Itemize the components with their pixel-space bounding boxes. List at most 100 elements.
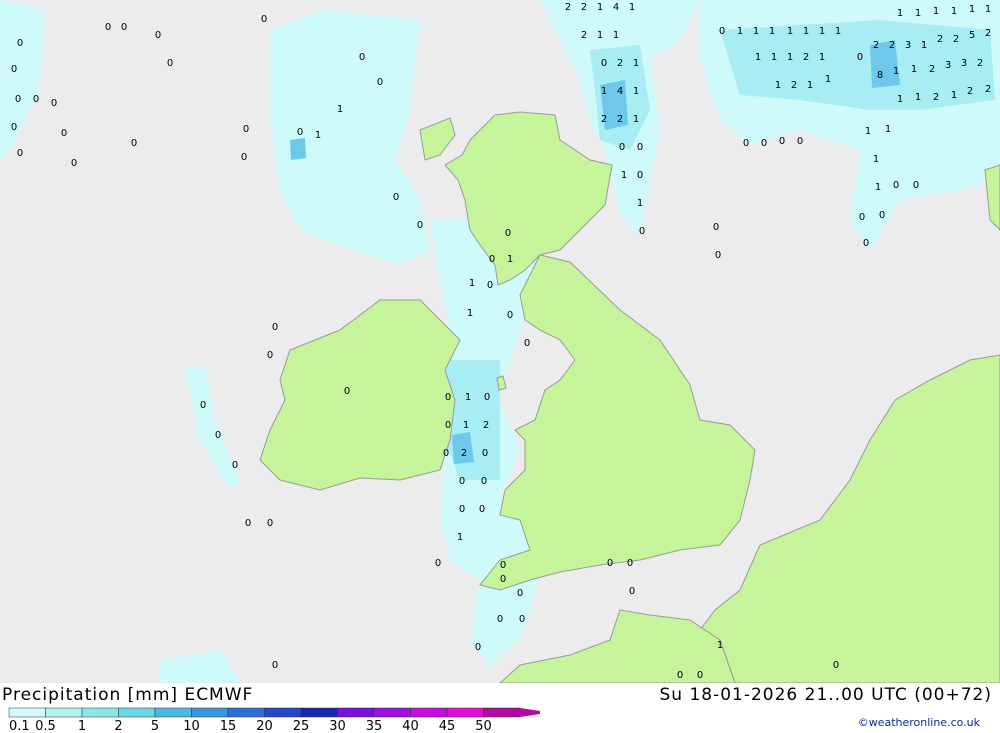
legend-label: 50 bbox=[475, 719, 492, 733]
value-label: 0 bbox=[243, 124, 249, 135]
value-label: 0 bbox=[719, 26, 725, 37]
value-label: 2 bbox=[581, 2, 587, 13]
value-label: 0 bbox=[200, 400, 206, 411]
value-label: 0 bbox=[601, 58, 607, 69]
value-label: 0 bbox=[121, 22, 127, 33]
legend-label: 0.1 bbox=[9, 719, 30, 733]
precip-area-west-scotland-heavy bbox=[290, 138, 306, 160]
value-label: 1 bbox=[633, 58, 639, 69]
value-label: 2 bbox=[581, 30, 587, 41]
legend-label: 0.5 bbox=[35, 719, 56, 733]
value-label: 0 bbox=[155, 30, 161, 41]
value-label: 0 bbox=[833, 660, 839, 671]
value-label: 0 bbox=[479, 504, 485, 515]
value-label: 2 bbox=[873, 40, 879, 51]
value-label: 0 bbox=[241, 152, 247, 163]
value-label: 1 bbox=[865, 126, 871, 137]
value-label: 0 bbox=[627, 558, 633, 569]
value-label: 1 bbox=[951, 90, 957, 101]
credit-link[interactable]: ©weatheronline.co.uk bbox=[858, 716, 980, 729]
value-label: 0 bbox=[629, 586, 635, 597]
value-label: 0 bbox=[459, 476, 465, 487]
value-label: 0 bbox=[505, 228, 511, 239]
map-title: Precipitation [mm] ECMWF bbox=[2, 685, 254, 705]
value-label: 0 bbox=[297, 127, 303, 138]
value-label: 1 bbox=[613, 30, 619, 41]
value-label: 1 bbox=[457, 532, 463, 543]
legend-label: 15 bbox=[220, 719, 237, 733]
legend-bars bbox=[8, 707, 540, 718]
legend-swatch bbox=[337, 707, 375, 718]
value-label: 0 bbox=[497, 614, 503, 625]
value-label: 1 bbox=[803, 26, 809, 37]
value-label: 1 bbox=[921, 40, 927, 51]
value-label: 0 bbox=[105, 22, 111, 33]
value-label: 0 bbox=[71, 158, 77, 169]
value-label: 1 bbox=[969, 4, 975, 15]
value-label: 1 bbox=[717, 640, 723, 651]
value-label: 0 bbox=[445, 392, 451, 403]
value-label: 0 bbox=[435, 558, 441, 569]
value-label: 1 bbox=[315, 130, 321, 141]
value-label: 0 bbox=[359, 52, 365, 63]
value-label: 0 bbox=[637, 170, 643, 181]
legend-arrow-tip bbox=[520, 708, 540, 717]
legend-label: 5 bbox=[151, 719, 159, 733]
value-label: 0 bbox=[893, 180, 899, 191]
value-label: 2 bbox=[483, 420, 489, 431]
legend-label: 30 bbox=[329, 719, 346, 733]
value-label: 0 bbox=[261, 14, 267, 25]
value-label: 1 bbox=[337, 104, 343, 115]
value-label: 1 bbox=[893, 66, 899, 77]
value-label: 0 bbox=[445, 420, 451, 431]
value-label: 0 bbox=[11, 122, 17, 133]
value-label: 0 bbox=[487, 280, 493, 291]
value-label: 0 bbox=[715, 250, 721, 261]
legend-swatch bbox=[45, 707, 83, 718]
value-label: 0 bbox=[519, 614, 525, 625]
value-label: 0 bbox=[797, 136, 803, 147]
value-label: 0 bbox=[913, 180, 919, 191]
value-label: 2 bbox=[937, 34, 943, 45]
legend-swatch bbox=[118, 707, 156, 718]
value-label: 0 bbox=[51, 98, 57, 109]
value-label: 0 bbox=[500, 574, 506, 585]
value-label: 1 bbox=[755, 52, 761, 63]
value-label: 0 bbox=[677, 670, 683, 681]
value-label: 1 bbox=[771, 52, 777, 63]
value-label: 0 bbox=[167, 58, 173, 69]
value-label: 4 bbox=[617, 86, 623, 97]
value-label: 0 bbox=[761, 138, 767, 149]
value-label: 1 bbox=[951, 6, 957, 17]
value-label: 1 bbox=[629, 2, 635, 13]
value-label: 1 bbox=[807, 80, 813, 91]
legend-label: 40 bbox=[402, 719, 419, 733]
value-label: 0 bbox=[639, 226, 645, 237]
value-label: 1 bbox=[507, 254, 513, 265]
value-label: 2 bbox=[929, 64, 935, 75]
legend-swatch bbox=[81, 707, 119, 718]
legend-swatch bbox=[154, 707, 192, 718]
value-label: 1 bbox=[911, 64, 917, 75]
value-label: 1 bbox=[753, 26, 759, 37]
value-label: 1 bbox=[825, 74, 831, 85]
value-label: 4 bbox=[613, 2, 619, 13]
value-label: 1 bbox=[787, 52, 793, 63]
value-label: 0 bbox=[17, 148, 23, 159]
value-label: 1 bbox=[769, 26, 775, 37]
value-label: 0 bbox=[859, 212, 865, 223]
value-label: 0 bbox=[11, 64, 17, 75]
legend-swatch bbox=[227, 707, 265, 718]
value-label: 0 bbox=[484, 392, 490, 403]
value-label: 2 bbox=[461, 448, 467, 459]
color-legend: 0.1 0.5 1 2 5 10 15 20 25 30 35 40 45 50 bbox=[8, 707, 540, 733]
value-label: 1 bbox=[465, 392, 471, 403]
value-label: 0 bbox=[489, 254, 495, 265]
value-label: 2 bbox=[967, 86, 973, 97]
value-label: 0 bbox=[517, 588, 523, 599]
value-label: 1 bbox=[467, 308, 473, 319]
value-label: 1 bbox=[933, 6, 939, 17]
value-label: 2 bbox=[617, 58, 623, 69]
value-label: 1 bbox=[469, 278, 475, 289]
value-label: 2 bbox=[953, 34, 959, 45]
